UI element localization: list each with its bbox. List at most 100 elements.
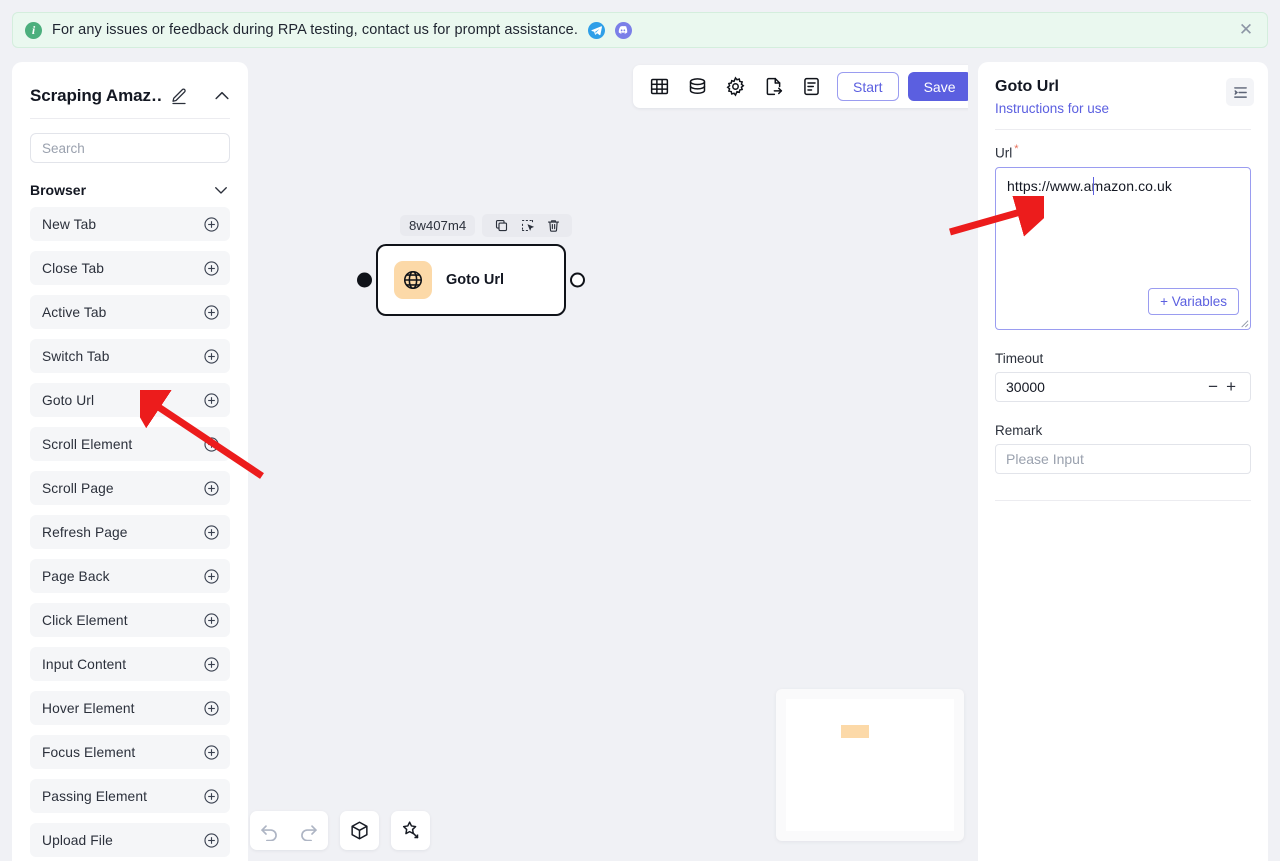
banner-message: For any issues or feedback during RPA te… bbox=[52, 22, 578, 38]
timeout-increment-button[interactable]: + bbox=[1222, 378, 1240, 395]
timeout-decrement-button[interactable]: − bbox=[1204, 378, 1222, 395]
instructions-link[interactable]: Instructions for use bbox=[995, 101, 1109, 116]
discord-icon[interactable] bbox=[614, 21, 632, 39]
start-button[interactable]: Start bbox=[837, 72, 899, 101]
redo-icon[interactable] bbox=[289, 811, 328, 850]
sidebar-item-page-back[interactable]: Page Back bbox=[30, 559, 230, 593]
plus-circle-icon[interactable] bbox=[203, 700, 220, 717]
minimap-viewport bbox=[786, 699, 954, 831]
list-indent-icon[interactable] bbox=[1226, 78, 1254, 106]
output-port[interactable] bbox=[570, 272, 585, 288]
sidebar-panel: Scraping Amaz… Browser New Tab Close Tab A… bbox=[12, 62, 248, 861]
plus-circle-icon[interactable] bbox=[203, 612, 220, 629]
sidebar-item-label: Upload File bbox=[42, 832, 113, 848]
add-variables-button[interactable]: + Variables bbox=[1148, 287, 1239, 315]
plus-circle-icon[interactable] bbox=[203, 304, 220, 321]
minimap-node bbox=[841, 725, 869, 738]
sidebar-item-click-element[interactable]: Click Element bbox=[30, 603, 230, 637]
sidebar-group-browser[interactable]: Browser bbox=[30, 181, 230, 199]
undo-icon[interactable] bbox=[250, 811, 289, 850]
sidebar-item-scroll-element[interactable]: Scroll Element bbox=[30, 427, 230, 461]
node-label: Goto Url bbox=[446, 272, 504, 288]
node-goto-url[interactable]: 8w407m4 Goto Url bbox=[357, 213, 585, 316]
copy-node-icon[interactable] bbox=[488, 216, 514, 235]
url-field-label: Url * bbox=[995, 143, 1251, 161]
sidebar-item-hover-element[interactable]: Hover Element bbox=[30, 691, 230, 725]
plus-circle-icon[interactable] bbox=[203, 744, 220, 761]
package-cube-icon[interactable] bbox=[340, 811, 379, 850]
properties-panel: Goto Url Instructions for use Url * https… bbox=[978, 62, 1268, 861]
sidebar-item-passing-element[interactable]: Passing Element bbox=[30, 779, 230, 813]
plus-circle-icon[interactable] bbox=[203, 348, 220, 365]
minimap[interactable] bbox=[776, 689, 964, 841]
chevron-up-icon[interactable] bbox=[212, 86, 232, 106]
database-icon[interactable] bbox=[681, 71, 713, 103]
canvas-controls bbox=[250, 811, 430, 850]
workflow-title: Scraping Amaz… bbox=[30, 86, 162, 105]
save-button[interactable]: Save bbox=[907, 72, 968, 101]
info-icon: i bbox=[25, 21, 42, 39]
plus-circle-icon[interactable] bbox=[203, 260, 220, 277]
sidebar-item-label: Scroll Element bbox=[42, 436, 133, 452]
plus-circle-icon[interactable] bbox=[203, 216, 220, 233]
input-port[interactable] bbox=[357, 272, 372, 288]
telegram-icon[interactable] bbox=[587, 21, 605, 39]
sidebar-item-switch-tab[interactable]: Switch Tab bbox=[30, 339, 230, 373]
plus-circle-icon[interactable] bbox=[203, 788, 220, 805]
properties-form: Url * https://www.amazon.co.uk + Variable… bbox=[978, 130, 1268, 474]
sidebar-item-goto-url[interactable]: Goto Url bbox=[30, 383, 230, 417]
sidebar-item-label: Page Back bbox=[42, 568, 110, 584]
delete-node-icon[interactable] bbox=[540, 216, 566, 235]
node-body[interactable]: Goto Url bbox=[357, 244, 585, 316]
plus-circle-icon[interactable] bbox=[203, 832, 220, 849]
sidebar-item-active-tab[interactable]: Active Tab bbox=[30, 295, 230, 329]
globe-icon bbox=[394, 261, 432, 299]
gear-settings-icon[interactable] bbox=[719, 71, 751, 103]
sidebar-item-input-content[interactable]: Input Content bbox=[30, 647, 230, 681]
sidebar-item-label: Click Element bbox=[42, 612, 128, 628]
sidebar-item-scroll-page[interactable]: Scroll Page bbox=[30, 471, 230, 505]
remark-placeholder: Please Input bbox=[1006, 450, 1084, 467]
url-input[interactable]: https://www.amazon.co.uk + Variables bbox=[995, 166, 1251, 330]
file-export-icon[interactable] bbox=[757, 71, 789, 103]
sidebar-item-label: Passing Element bbox=[42, 788, 148, 804]
banner-close-icon[interactable]: ✕ bbox=[1233, 17, 1259, 43]
url-value: https://www.amazon.co.uk bbox=[1007, 177, 1173, 194]
plus-circle-icon[interactable] bbox=[203, 392, 220, 409]
log-document-icon[interactable] bbox=[795, 71, 827, 103]
sidebar-item-label: Goto Url bbox=[42, 392, 95, 408]
sidebar-item-label: New Tab bbox=[42, 216, 97, 232]
plus-circle-icon[interactable] bbox=[203, 568, 220, 585]
sidebar-item-label: Scroll Page bbox=[42, 480, 114, 496]
canvas-toolbar: Start Save bbox=[633, 65, 968, 108]
sidebar-item-close-tab[interactable]: Close Tab bbox=[30, 251, 230, 285]
select-node-icon[interactable] bbox=[514, 216, 540, 235]
timeout-field: Timeout 30000 − + bbox=[995, 351, 1251, 402]
plus-circle-icon[interactable] bbox=[203, 480, 220, 497]
remark-input[interactable]: Please Input bbox=[995, 443, 1251, 474]
node-id-badge: 8w407m4 bbox=[400, 214, 476, 236]
table-grid-icon[interactable] bbox=[643, 71, 675, 103]
sidebar-item-label: Switch Tab bbox=[42, 348, 110, 364]
sidebar-item-focus-element[interactable]: Focus Element bbox=[30, 735, 230, 769]
node-meta-bar: 8w407m4 bbox=[376, 213, 573, 237]
timeout-label: Timeout bbox=[995, 350, 1044, 366]
sidebar-item-new-tab[interactable]: New Tab bbox=[30, 207, 230, 241]
search-input[interactable] bbox=[30, 133, 230, 163]
resize-handle-icon[interactable] bbox=[1238, 317, 1249, 328]
workflow-canvas[interactable]: Start Save 8w407m4 Goto Url bbox=[248, 62, 968, 861]
panel-bottom-divider bbox=[995, 499, 1251, 501]
magic-wand-icon[interactable] bbox=[391, 811, 430, 850]
plus-circle-icon[interactable] bbox=[203, 436, 220, 453]
chevron-down-icon[interactable] bbox=[212, 181, 230, 199]
timeout-input[interactable]: 30000 − + bbox=[995, 371, 1251, 402]
sidebar-action-list: New Tab Close Tab Active Tab Switch Tab Goto… bbox=[12, 207, 248, 857]
url-label-text: Url bbox=[995, 145, 1013, 161]
sidebar-item-refresh-page[interactable]: Refresh Page bbox=[30, 515, 230, 549]
package-control bbox=[340, 811, 379, 850]
plus-circle-icon[interactable] bbox=[203, 656, 220, 673]
plus-circle-icon[interactable] bbox=[203, 524, 220, 541]
pencil-edit-icon[interactable] bbox=[170, 87, 188, 105]
sidebar-item-upload-file[interactable]: Upload File bbox=[30, 823, 230, 857]
rpa-notice-banner: i For any issues or feedback during RPA … bbox=[12, 12, 1268, 48]
